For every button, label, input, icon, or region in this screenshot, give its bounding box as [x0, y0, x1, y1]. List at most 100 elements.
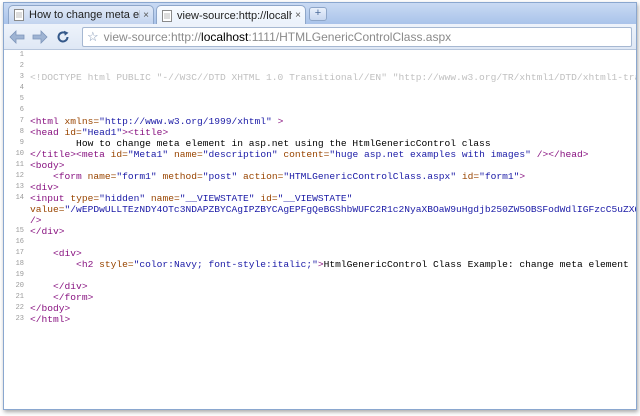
code-token: /></head> — [530, 149, 589, 160]
code-token: action= — [237, 171, 284, 182]
code-token: name= — [87, 171, 117, 182]
code-token: > — [519, 171, 526, 182]
code-token: > — [271, 116, 284, 127]
source-line: 17 <div> — [4, 248, 636, 259]
source-line: 19 — [4, 270, 636, 281]
source-line: 3 <!DOCTYPE html PUBLIC "-//W3C//DTD XHTM… — [4, 72, 636, 83]
forward-button[interactable] — [30, 27, 50, 47]
back-arrow-icon — [9, 29, 25, 44]
source-line: 20 </div> — [4, 281, 636, 292]
source-line: 5 — [4, 94, 636, 105]
line-number: 5 — [19, 95, 24, 103]
forward-arrow-icon — [32, 29, 48, 44]
code-token: </title><meta — [30, 149, 111, 160]
line-code: How to change meta element in asp.net us… — [30, 138, 491, 149]
tab-title: view-source:http://localho... — [177, 9, 292, 22]
line-number: 9 — [19, 139, 24, 147]
code-token: "http://www.w3.org/1999/xhtml" — [99, 116, 272, 127]
line-number: 14 — [15, 194, 24, 202]
new-tab-button[interactable]: + — [309, 7, 327, 21]
line-code: </body> — [30, 303, 70, 314]
source-line: 13 <div> — [4, 182, 636, 193]
line-number: 22 — [15, 304, 24, 312]
bookmark-star-icon[interactable]: ☆ — [87, 29, 99, 45]
line-number: 4 — [19, 84, 24, 92]
code-token: "post" — [202, 171, 238, 182]
line-number: 11 — [15, 161, 24, 169]
source-line: 7 <html xmlns="http://www.w3.org/1999/xht… — [4, 116, 636, 127]
tab-title: How to change meta eleme... — [29, 9, 140, 21]
back-button[interactable] — [7, 27, 27, 47]
code-token: </body> — [30, 303, 71, 314]
code-token: </form> — [30, 292, 94, 303]
reload-button[interactable] — [53, 27, 73, 47]
code-token: "form1" — [116, 171, 157, 182]
code-token: value= — [30, 204, 65, 215]
page-icon — [14, 9, 24, 21]
line-number: 21 — [15, 293, 24, 301]
code-token: name= — [145, 193, 180, 204]
line-code: <body> — [30, 160, 65, 171]
source-line: 14 <input type="hidden" name="__VIEWSTATE… — [4, 193, 636, 204]
source-line: 10 </title><meta id="Meta1" name="descrip… — [4, 149, 636, 160]
code-token: <head — [30, 127, 65, 138]
source-line: 8 <head id="Head1"><title> — [4, 127, 636, 138]
line-code: </form> — [30, 292, 93, 303]
code-token: content= — [277, 149, 330, 160]
line-code: <h2 style="color:Navy; font-style:italic… — [30, 259, 629, 270]
code-token: <div> — [30, 248, 82, 259]
source-line: 21 </form> — [4, 292, 636, 303]
tab-page[interactable]: How to change meta eleme... × — [8, 5, 154, 24]
line-code: <head id="Head1"><title> — [30, 127, 168, 138]
url-scheme: view-source:http:// — [103, 30, 202, 44]
line-number: 23 — [15, 315, 24, 323]
line-code: /> — [30, 215, 42, 226]
source-line: 2 — [4, 61, 636, 72]
code-token: <div> — [30, 182, 59, 193]
source-line: 11 <body> — [4, 160, 636, 171]
line-code: <div> — [30, 248, 82, 259]
line-number: 19 — [15, 271, 24, 279]
code-token: name= — [168, 149, 203, 160]
browser-window: How to change meta eleme... × view-sourc… — [3, 2, 637, 410]
code-token: <h2 — [30, 259, 100, 270]
code-token: /> — [30, 215, 42, 226]
line-code: <input type="hidden" name="__VIEWSTATE" … — [30, 193, 352, 204]
code-token: HtmlGenericControl Class Example: change… — [323, 259, 629, 270]
code-token: "huge asp.net examples with images" — [329, 149, 531, 160]
line-number: 17 — [15, 249, 24, 257]
source-line: 12 <form name="form1" method="post" acti… — [4, 171, 636, 182]
code-token: </html> — [30, 314, 71, 325]
close-tab-icon[interactable]: × — [295, 10, 301, 21]
tab-view-source[interactable]: view-source:http://localho... × — [156, 5, 306, 25]
source-line: 23 </html> — [4, 314, 636, 325]
code-token: id= — [456, 171, 480, 182]
line-code: <div> — [30, 182, 59, 193]
code-token: </div> — [30, 226, 65, 237]
line-number: 16 — [15, 238, 24, 246]
source-line: 4 — [4, 83, 636, 94]
line-number: 13 — [15, 183, 24, 191]
line-code: </div> — [30, 226, 65, 237]
source-line: 16 — [4, 237, 636, 248]
toolbar: ☆ view-source:http://localhost:1111/HTML… — [4, 24, 636, 50]
line-number: 15 — [15, 227, 24, 235]
code-token: <!DOCTYPE html PUBLIC "-//W3C//DTD XHTML… — [30, 72, 636, 83]
code-token: How to change meta element in asp.net us… — [30, 138, 491, 149]
line-number: 18 — [15, 260, 24, 268]
source-line: 22 </body> — [4, 303, 636, 314]
close-tab-icon[interactable]: × — [143, 10, 149, 21]
code-token: <html — [30, 116, 65, 127]
source-line: 1 — [4, 50, 636, 61]
reload-icon — [57, 30, 69, 42]
line-code: </title><meta id="Meta1" name="descripti… — [30, 149, 589, 160]
line-number: 20 — [15, 282, 24, 290]
source-line: 15 </div> — [4, 226, 636, 237]
source-line: 6 — [4, 105, 636, 116]
address-bar[interactable]: ☆ view-source:http://localhost:1111/HTML… — [82, 27, 632, 47]
line-number: 7 — [19, 117, 24, 125]
code-token: id= — [110, 149, 128, 160]
line-code: value="/wEPDwULLTEzNDY4OTc3NDAPZBYCAgIPZ… — [30, 204, 636, 215]
line-code: <form name="form1" method="post" action=… — [30, 171, 525, 182]
code-token: style= — [99, 259, 134, 270]
